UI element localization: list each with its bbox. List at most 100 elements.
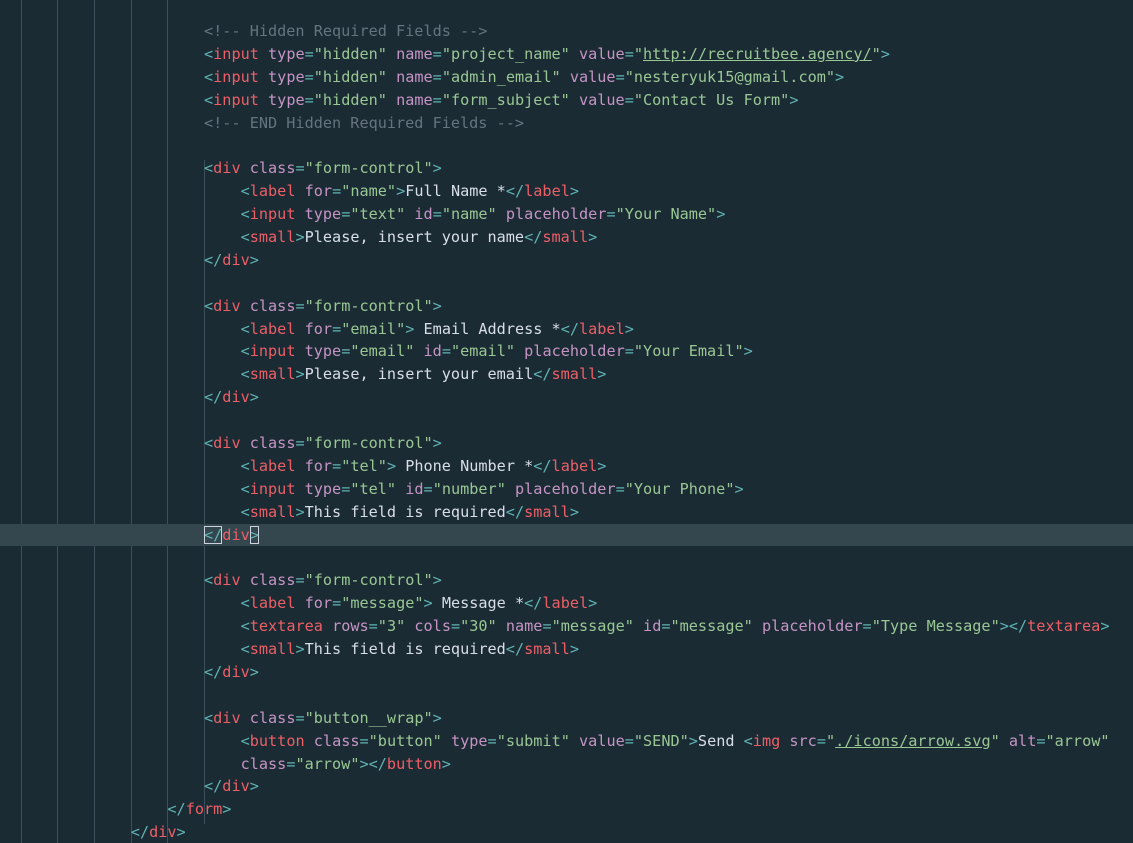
- token-str: "form-control": [304, 296, 433, 315]
- token-punct: =: [432, 44, 442, 63]
- token-attr: type: [268, 90, 305, 109]
- token-punct: <: [240, 319, 250, 338]
- code-line[interactable]: </div>: [0, 386, 1133, 409]
- token-str: "tel": [350, 479, 397, 498]
- code-line[interactable]: [0, 684, 1133, 707]
- token-attr: value: [578, 44, 625, 63]
- token-punct: >: [295, 502, 305, 521]
- token-tag: div: [213, 571, 241, 590]
- code-line[interactable]: <label for="tel"> Phone Number *</label>: [0, 455, 1133, 478]
- token-str: "form_subject": [441, 90, 570, 109]
- token-punct: <: [240, 617, 250, 636]
- token-text: Please, insert your email: [304, 365, 534, 384]
- token-str: "email": [341, 319, 406, 338]
- token-tag: img: [752, 731, 781, 750]
- code-line[interactable]: <!-- END Hidden Required Fields -->: [0, 112, 1133, 135]
- token-str[interactable]: http://recruitbee.agency/: [643, 45, 872, 63]
- code-line[interactable]: <label for="email"> Email Address *</lab…: [0, 318, 1133, 341]
- token-tag: div: [149, 823, 177, 842]
- token-tag: small: [524, 640, 570, 659]
- token-tag: label: [249, 319, 296, 338]
- token-attr: value: [578, 90, 625, 109]
- code-line[interactable]: <input type="hidden" name="admin_email" …: [0, 66, 1133, 89]
- code-line[interactable]: <div class="form-control">: [0, 432, 1133, 455]
- code-line[interactable]: <div class="form-control">: [0, 295, 1133, 318]
- token-punct: <: [240, 228, 250, 247]
- code-line[interactable]: <small>This field is required</small>: [0, 638, 1133, 661]
- token-punct: <: [204, 67, 214, 86]
- code-line[interactable]: <label for="name">Full Name *</label>: [0, 180, 1133, 203]
- token-text: Phone Number *: [396, 456, 534, 475]
- code-line[interactable]: </div>: [0, 661, 1133, 684]
- code-line[interactable]: [0, 546, 1133, 569]
- token-punct: =: [432, 90, 442, 109]
- code-editor[interactable]: <!-- Hidden Required Fields --> <input ty…: [0, 0, 1133, 843]
- token-tag: label: [524, 182, 570, 201]
- token-attr: type: [268, 67, 305, 86]
- token-punct: </: [130, 823, 150, 842]
- code-line[interactable]: <textarea rows="3" cols="30" name="messa…: [0, 615, 1133, 638]
- code-line[interactable]: <div class="button__wrap">: [0, 707, 1133, 730]
- token-tag: label: [249, 594, 296, 613]
- code-line[interactable]: <!-- Hidden Required Fields -->: [0, 20, 1133, 43]
- code-line[interactable]: [0, 134, 1133, 157]
- token-punct: =: [624, 342, 634, 361]
- code-line[interactable]: <small>Please, insert your email</small>: [0, 363, 1133, 386]
- token-punct: <: [240, 342, 250, 361]
- token-punct: >: [249, 388, 259, 407]
- code-line[interactable]: [0, 409, 1133, 432]
- code-line[interactable]: <input type="hidden" name="project_name"…: [0, 43, 1133, 66]
- token-str: "email": [350, 342, 415, 361]
- token-punct: >: [624, 319, 634, 338]
- code-line[interactable]: </div>: [0, 775, 1133, 798]
- code-line[interactable]: <input type="text" id="name" placeholder…: [0, 203, 1133, 226]
- token-text: Full Name *: [405, 182, 506, 201]
- token-str: "message": [670, 617, 753, 636]
- code-line[interactable]: <input type="tel" id="number" placeholde…: [0, 478, 1133, 501]
- code-line[interactable]: <div class="form-control">: [0, 569, 1133, 592]
- token-punct: <: [204, 159, 214, 178]
- token-attr: name: [396, 67, 433, 86]
- token-tag: input: [249, 479, 296, 498]
- code-line[interactable]: [0, 272, 1133, 295]
- token-punct: </: [524, 594, 543, 613]
- token-punct: </: [533, 365, 552, 384]
- token-attr: class: [249, 571, 296, 590]
- code-line[interactable]: </div>: [0, 249, 1133, 272]
- token-punct: </: [560, 319, 579, 338]
- code-line[interactable]: <small>Please, insert your name</small>: [0, 226, 1133, 249]
- token-punct: </: [204, 250, 223, 269]
- code-line[interactable]: <small>This field is required</small>: [0, 501, 1133, 524]
- token-attr: class: [313, 731, 360, 750]
- code-line[interactable]: <div class="form-control">: [0, 157, 1133, 180]
- code-line[interactable]: <button class="button" type="submit" val…: [0, 730, 1133, 753]
- token-attr: placeholder: [505, 205, 607, 224]
- code-line[interactable]: </form>: [0, 798, 1133, 821]
- token-comment: <!-- END Hidden Required Fields -->: [204, 113, 525, 132]
- token-punct: </: [204, 777, 223, 796]
- token-punct: =: [304, 67, 314, 86]
- token-punct: >: [835, 67, 845, 86]
- code-line[interactable]: <input type="email" id="email" placehold…: [0, 340, 1133, 363]
- token-attr: class: [249, 159, 296, 178]
- token-punct: >: [688, 731, 698, 750]
- token-tag: label: [249, 182, 296, 201]
- token-str: ": [825, 731, 836, 750]
- token-str: "Your Phone": [624, 479, 735, 498]
- token-str[interactable]: ./icons/arrow.svg: [835, 732, 990, 750]
- token-punct: =: [341, 479, 351, 498]
- code-line-current[interactable]: </div>: [0, 523, 1133, 547]
- token-str: "Your Email": [633, 342, 744, 361]
- token-punct: =: [341, 342, 351, 361]
- code-line[interactable]: <input type="hidden" name="form_subject"…: [0, 89, 1133, 112]
- code-line[interactable]: <label for="message"> Message *</label>: [0, 592, 1133, 615]
- code-line[interactable]: class="arrow"></button>: [0, 753, 1133, 776]
- code-line[interactable]: </div>: [0, 821, 1133, 843]
